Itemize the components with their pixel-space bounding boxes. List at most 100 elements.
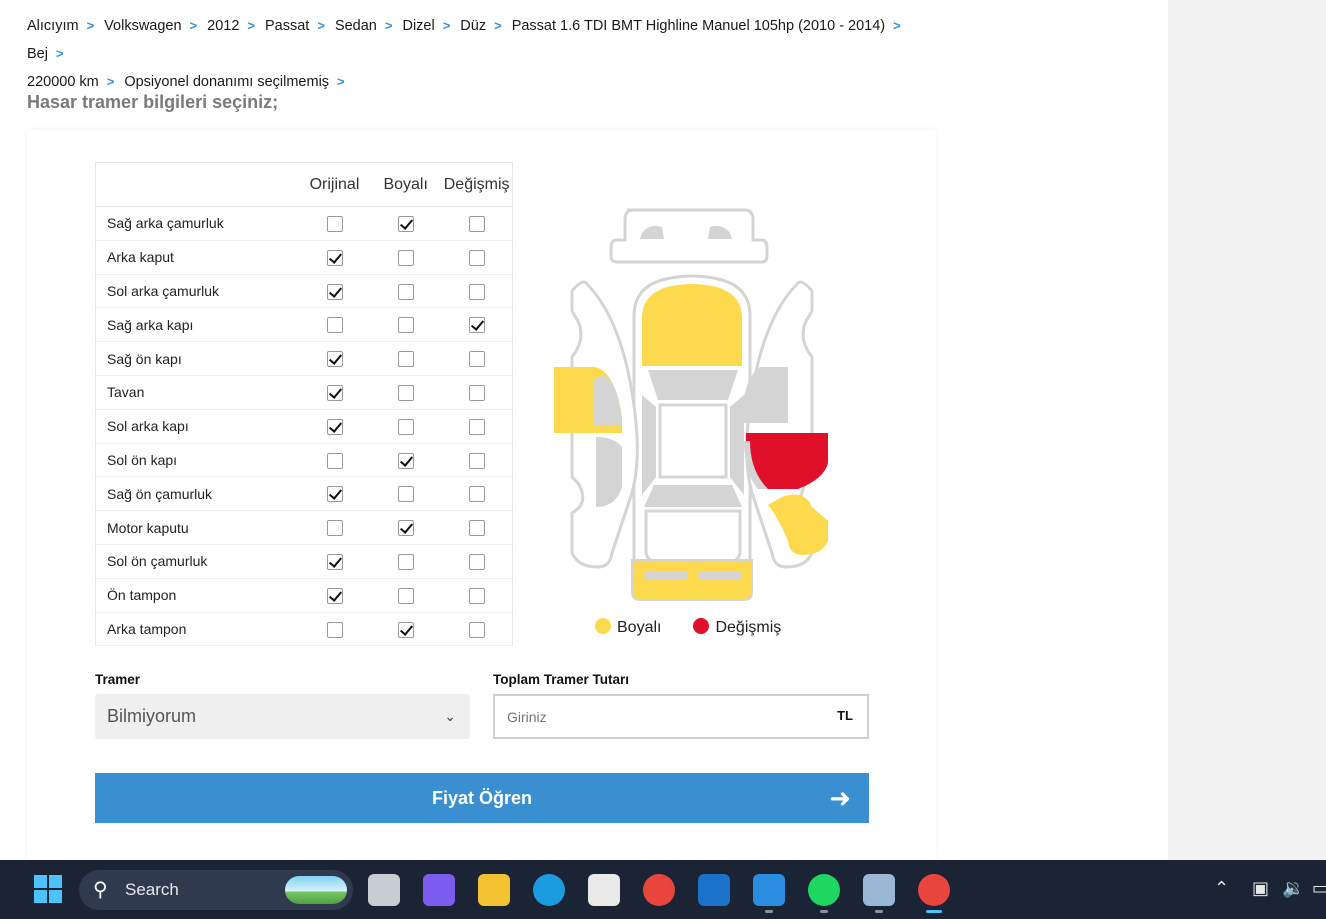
replaced-checkbox[interactable] [468, 317, 485, 334]
total-tramer-label: Toplam Tramer Tutarı [493, 672, 630, 687]
breadcrumb-item-label: Sedan [334, 18, 377, 34]
table-row: Sol arka çamurluk [95, 274, 513, 309]
checkbox-cell [298, 476, 371, 512]
windows-start-icon[interactable] [34, 875, 62, 903]
chevron-right-icon: > [55, 46, 64, 61]
file-explorer-icon[interactable] [478, 874, 510, 906]
part-name: Sol ön kapı [95, 443, 299, 478]
painted-checkbox[interactable] [397, 283, 414, 300]
checkbox-cell [370, 578, 442, 613]
original-checkbox[interactable] [326, 621, 343, 638]
m365-copilot-icon[interactable] [423, 874, 455, 906]
replaced-checkbox[interactable] [468, 418, 485, 435]
taskbar-search[interactable]: ⚲ Search [79, 870, 353, 910]
painted-checkbox[interactable] [397, 418, 414, 435]
vscode-icon[interactable] [753, 874, 785, 906]
search-icon: ⚲ [93, 879, 108, 901]
table-row: Sağ arka çamurluk [95, 206, 513, 241]
right-side-panel [1168, 0, 1326, 860]
taskbar-search-label: Search [125, 880, 179, 899]
checkbox-cell [370, 409, 442, 444]
checkbox-cell [441, 510, 513, 545]
windows-taskbar: ⚲ Search ⌃ ▣ 🔉 ▭ [0, 860, 1326, 919]
original-checkbox[interactable] [326, 283, 343, 300]
original-checkbox[interactable] [326, 317, 343, 334]
breadcrumb-item[interactable]: Dizel > [402, 12, 456, 40]
breadcrumb-item[interactable]: Passat > [265, 12, 331, 40]
spotify-icon[interactable] [808, 874, 840, 906]
breadcrumb-item[interactable]: Sedan > [335, 12, 399, 40]
original-checkbox[interactable] [326, 587, 343, 604]
damage-card: Orijinal Boyalı Değişmiş Sağ arka çamurl… [27, 130, 936, 860]
replaced-checkbox[interactable] [468, 486, 485, 503]
task-view-icon[interactable] [368, 874, 400, 906]
painted-checkbox[interactable] [397, 249, 414, 266]
painted-checkbox[interactable] [397, 486, 414, 503]
breadcrumb-item-label: Passat [265, 18, 310, 34]
breadcrumb-item-label: Dizel [402, 18, 435, 34]
original-checkbox[interactable] [326, 351, 343, 368]
breadcrumb-item[interactable]: Düz > [460, 12, 507, 40]
painted-checkbox[interactable] [397, 520, 414, 537]
battery-icon[interactable]: ▭ [1312, 878, 1326, 899]
original-checkbox[interactable] [326, 249, 343, 266]
replaced-checkbox[interactable] [468, 351, 485, 368]
replaced-checkbox[interactable] [468, 554, 485, 571]
breadcrumb-item[interactable]: Alıcıyım > [27, 12, 100, 40]
painted-checkbox[interactable] [397, 351, 414, 368]
painted-checkbox[interactable] [397, 621, 414, 638]
legend: Boyalı Değişmiş [595, 618, 781, 637]
tramer-select[interactable]: Bilmiyorum ⌄ [95, 694, 470, 739]
table-row: Arka tampon [95, 612, 513, 647]
outlook-icon[interactable] [698, 874, 730, 906]
chevron-up-icon[interactable]: ⌃ [1214, 878, 1229, 899]
chevron-right-icon: > [317, 18, 325, 33]
original-checkbox[interactable] [326, 554, 343, 571]
get-price-button[interactable]: Fiyat Öğren ➜ [95, 773, 869, 823]
painted-checkbox[interactable] [397, 452, 414, 469]
running-indicator [875, 910, 883, 913]
replaced-checkbox[interactable] [468, 452, 485, 469]
microsoft-store-icon[interactable] [588, 874, 620, 906]
breadcrumb-item[interactable]: 2012 > [207, 12, 261, 40]
mascot-app-icon[interactable] [863, 874, 895, 906]
edge-icon[interactable] [533, 874, 565, 906]
network-icon[interactable]: ▣ [1252, 878, 1269, 899]
currency-unit: TL [837, 708, 853, 723]
volume-icon[interactable]: 🔉 [1282, 878, 1304, 899]
replaced-checkbox[interactable] [468, 249, 485, 266]
total-tramer-input[interactable] [495, 696, 815, 737]
checkbox-cell [370, 206, 442, 241]
breadcrumb-item-label: Alıcıyım [27, 18, 79, 34]
painted-checkbox[interactable] [397, 317, 414, 334]
replaced-checkbox[interactable] [468, 520, 485, 537]
original-checkbox[interactable] [326, 520, 343, 537]
breadcrumb-item-label: Opsiyonel donanımı seçilmemiş [124, 74, 330, 90]
replaced-checkbox[interactable] [468, 587, 485, 604]
painted-checkbox[interactable] [397, 385, 414, 402]
original-checkbox[interactable] [326, 216, 343, 233]
checkbox-cell [370, 341, 442, 376]
legend-replaced: Değişmiş [693, 618, 781, 637]
table-row: Ön tampon [95, 578, 513, 613]
replaced-checkbox[interactable] [468, 385, 485, 402]
breadcrumb-item[interactable]: Bej > [27, 40, 70, 68]
original-checkbox[interactable] [326, 418, 343, 435]
replaced-checkbox[interactable] [468, 283, 485, 300]
replaced-checkbox[interactable] [468, 621, 485, 638]
replaced-checkbox[interactable] [468, 216, 485, 233]
original-checkbox[interactable] [326, 452, 343, 469]
original-checkbox[interactable] [326, 385, 343, 402]
painted-checkbox[interactable] [397, 587, 414, 604]
chevron-right-icon: > [86, 18, 95, 33]
chrome-profile-icon[interactable] [918, 874, 950, 906]
breadcrumb-item[interactable]: Volkswagen > [104, 12, 203, 40]
chrome-icon[interactable] [643, 874, 675, 906]
checkbox-cell [298, 307, 371, 343]
painted-checkbox[interactable] [397, 554, 414, 571]
checkbox-cell [298, 274, 371, 309]
checkbox-cell [370, 476, 442, 512]
painted-checkbox[interactable] [397, 216, 414, 233]
original-checkbox[interactable] [326, 486, 343, 503]
breadcrumb-item[interactable]: Passat 1.6 TDI BMT Highline Manuel 105hp… [512, 12, 907, 40]
